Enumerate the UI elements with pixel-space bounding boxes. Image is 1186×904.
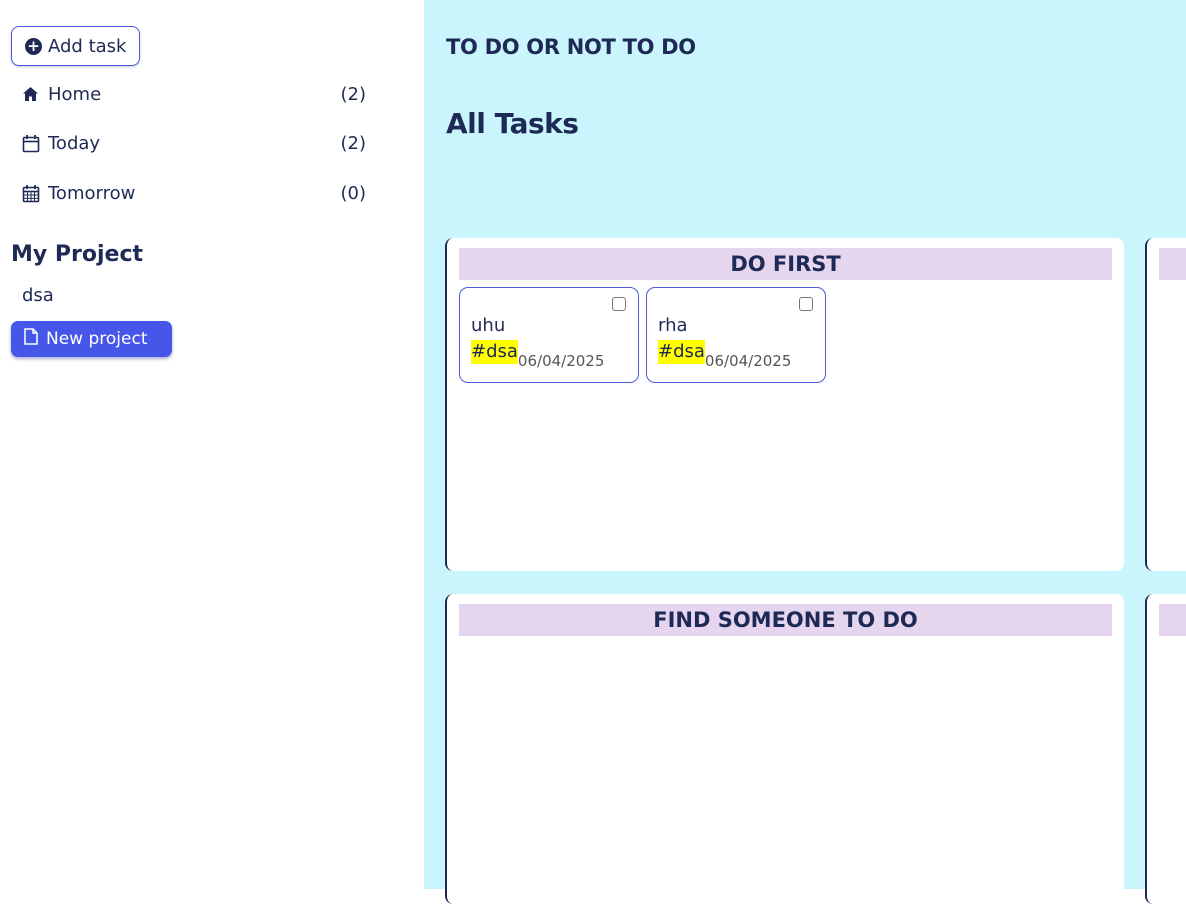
page-title: All Tasks bbox=[446, 107, 579, 140]
task-card[interactable]: rha #dsa 06/04/2025 bbox=[646, 287, 826, 383]
new-project-button[interactable]: New project bbox=[11, 321, 172, 357]
task-name: rha bbox=[658, 315, 688, 336]
nav-label-home: Home bbox=[48, 83, 102, 105]
home-icon bbox=[22, 86, 44, 102]
my-project-heading: My Project bbox=[11, 242, 143, 267]
task-meta: #dsa 06/04/2025 bbox=[471, 340, 604, 370]
file-icon bbox=[24, 328, 38, 350]
nav-item-today[interactable]: Today (2) bbox=[22, 128, 366, 158]
quadrant-find-someone: FIND SOMEONE TO DO bbox=[445, 594, 1124, 904]
calendar-icon bbox=[22, 134, 44, 153]
calendar-grid-icon bbox=[22, 184, 44, 203]
quadrant-title: DO FIRST bbox=[459, 248, 1112, 280]
sidebar: + Add task Home (2) Today (2) Tomorrow (… bbox=[0, 0, 424, 889]
task-name: uhu bbox=[471, 315, 506, 336]
task-date: 06/04/2025 bbox=[517, 352, 605, 370]
quadrant-title bbox=[1159, 604, 1186, 636]
main-content: TO DO OR NOT TO DO All Tasks DO FIRST uh… bbox=[424, 0, 1186, 904]
add-task-button[interactable]: + Add task bbox=[11, 26, 141, 66]
quadrant-partial-top-right bbox=[1145, 238, 1186, 571]
project-item-dsa[interactable]: dsa bbox=[22, 285, 54, 306]
nav-count-home: (2) bbox=[340, 83, 367, 105]
nav-count-tomorrow: (0) bbox=[340, 182, 367, 204]
quadrant-do-first: DO FIRST uhu #dsa 06/04/2025 rha #dsa 06… bbox=[445, 238, 1124, 571]
nav-label-tomorrow: Tomorrow bbox=[48, 182, 136, 204]
task-meta: #dsa 06/04/2025 bbox=[658, 340, 791, 370]
quadrant-partial-bottom-right bbox=[1145, 594, 1186, 904]
quadrant-title: FIND SOMEONE TO DO bbox=[459, 604, 1112, 636]
plus-circle-icon: + bbox=[25, 37, 42, 55]
nav-label-today: Today bbox=[48, 132, 101, 154]
quadrant-title bbox=[1159, 248, 1186, 280]
task-checkbox[interactable] bbox=[612, 297, 626, 311]
nav-item-home[interactable]: Home (2) bbox=[22, 79, 366, 109]
nav-item-tomorrow[interactable]: Tomorrow (0) bbox=[22, 178, 366, 208]
task-checkbox[interactable] bbox=[799, 297, 813, 311]
task-tag[interactable]: #dsa bbox=[471, 340, 518, 364]
add-task-label: Add task bbox=[48, 35, 127, 57]
task-card[interactable]: uhu #dsa 06/04/2025 bbox=[459, 287, 639, 383]
app-title: TO DO OR NOT TO DO bbox=[446, 35, 696, 59]
task-tag[interactable]: #dsa bbox=[658, 340, 705, 364]
new-project-label: New project bbox=[46, 329, 148, 349]
task-date: 06/04/2025 bbox=[704, 352, 792, 370]
nav-count-today: (2) bbox=[340, 132, 367, 154]
